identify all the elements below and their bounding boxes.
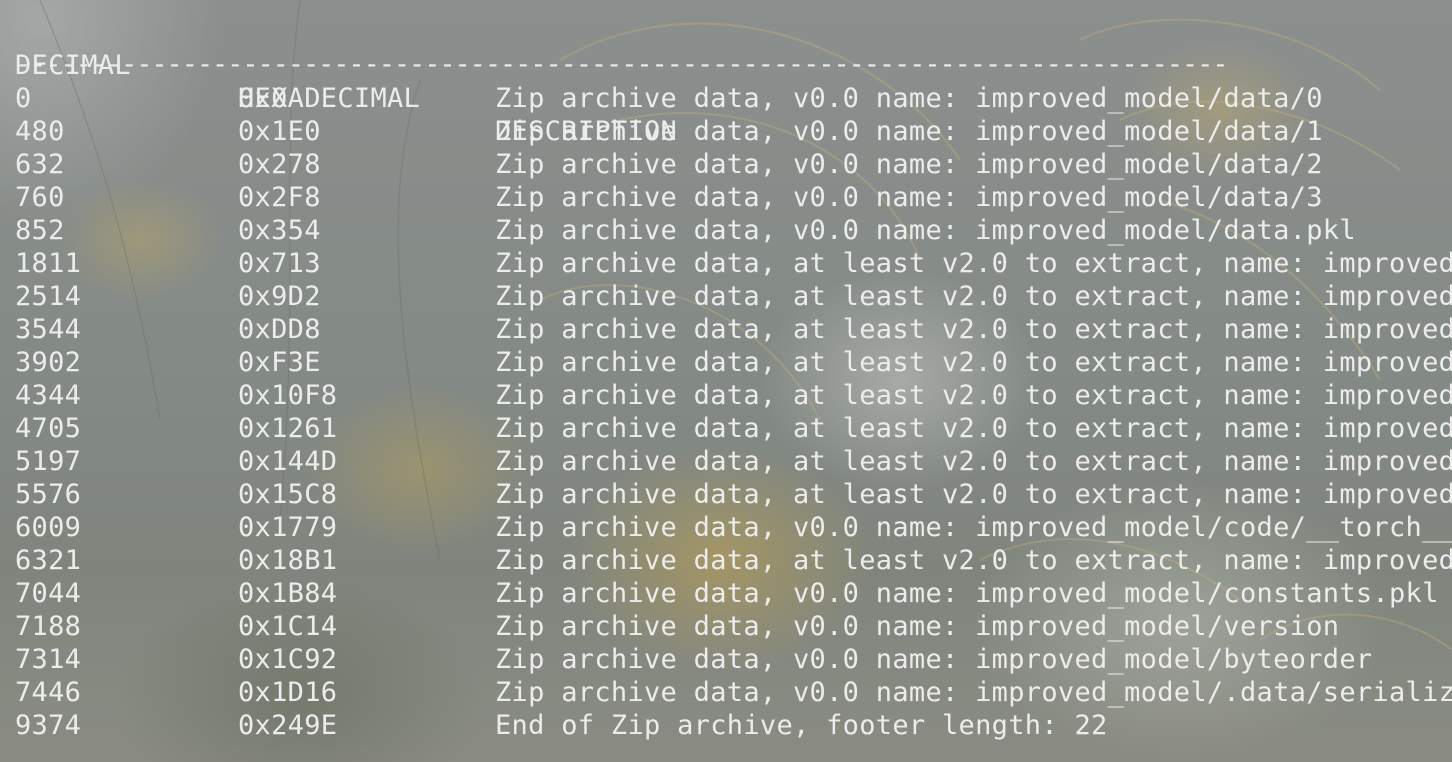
- offset-hex: 0xDD8: [238, 314, 321, 345]
- output-row: 7314 0x1C92 Zip archive data, v0.0 name: i…: [0, 643, 1452, 676]
- output-row: 760 0x2F8 Zip archive data, v0.0 name: imp…: [0, 181, 1452, 214]
- output-row: 7188 0x1C14 Zip archive data, v0.0 name: i…: [0, 610, 1452, 643]
- offset-hex: 0x278: [238, 149, 321, 180]
- entry-description: Zip archive data, v0.0 name: improved_mo…: [495, 116, 1323, 147]
- offset-hex: 0x249E: [238, 710, 338, 741]
- entry-description: End of Zip archive, footer length: 22: [495, 710, 1108, 741]
- offset-decimal: 480: [15, 116, 65, 147]
- output-row: 4344 0x10F8 Zip archive data, at least v2.…: [0, 379, 1452, 412]
- output-row: 0 0x0 Zip archive data, v0.0 name: improve…: [0, 82, 1452, 115]
- output-row: 3902 0xF3E Zip archive data, at least v2.0…: [0, 346, 1452, 379]
- offset-decimal: 3544: [15, 314, 82, 345]
- header-row: DECIMAL HEXADECIMAL DESCRIPTION: [0, 16, 1452, 147]
- entry-description: Zip archive data, v0.0 name: improved_mo…: [495, 677, 1452, 708]
- offset-hex: 0x1779: [238, 512, 338, 543]
- output-row: 5576 0x15C8 Zip archive data, at least v2.…: [0, 478, 1452, 511]
- output-row: 7044 0x1B84 Zip archive data, v0.0 name: i…: [0, 577, 1452, 610]
- offset-decimal: 7188: [15, 611, 82, 642]
- offset-decimal: 7044: [15, 578, 82, 609]
- offset-decimal: 5197: [15, 446, 82, 477]
- output-row: 7446 0x1D16 Zip archive data, v0.0 name: i…: [0, 676, 1452, 709]
- output-row: 632 0x278 Zip archive data, v0.0 name: imp…: [0, 148, 1452, 181]
- offset-hex: 0x18B1: [238, 545, 338, 576]
- offset-hex: 0x1E0: [238, 116, 321, 147]
- offset-decimal: 9374: [15, 710, 82, 741]
- output-row: 5197 0x144D Zip archive data, at least v2.…: [0, 445, 1452, 478]
- entry-description: Zip archive data, v0.0 name: improved_mo…: [495, 83, 1323, 114]
- entry-description: Zip archive data, at least v2.0 to extra…: [495, 545, 1452, 576]
- entry-description: Zip archive data, at least v2.0 to extra…: [495, 347, 1452, 378]
- output-row: 852 0x354 Zip archive data, v0.0 name: imp…: [0, 214, 1452, 247]
- offset-decimal: 7314: [15, 644, 82, 675]
- output-row: 2514 0x9D2 Zip archive data, at least v2.0…: [0, 280, 1452, 313]
- entry-description: Zip archive data, v0.0 name: improved_mo…: [495, 578, 1439, 609]
- output-row: 1811 0x713 Zip archive data, at least v2.0…: [0, 247, 1452, 280]
- output-row: 3544 0xDD8 Zip archive data, at least v2.0…: [0, 313, 1452, 346]
- entry-description: Zip archive data, v0.0 name: improved_mo…: [495, 149, 1323, 180]
- offset-hex: 0x1B84: [238, 578, 338, 609]
- offset-decimal: 4344: [15, 380, 82, 411]
- offset-hex: 0xF3E: [238, 347, 321, 378]
- offset-hex: 0x2F8: [238, 182, 321, 213]
- offset-hex: 0x1261: [238, 413, 338, 444]
- entry-description: Zip archive data, v0.0 name: improved_mo…: [495, 215, 1356, 246]
- offset-decimal: 1811: [15, 248, 82, 279]
- offset-hex: 0x354: [238, 215, 321, 246]
- offset-decimal: 7446: [15, 677, 82, 708]
- entry-description: Zip archive data, at least v2.0 to extra…: [495, 281, 1452, 312]
- offset-hex: 0x10F8: [238, 380, 338, 411]
- entry-description: Zip archive data, at least v2.0 to extra…: [495, 413, 1452, 444]
- offset-decimal: 6321: [15, 545, 82, 576]
- output-row: 6009 0x1779 Zip archive data, v0.0 name: i…: [0, 511, 1452, 544]
- offset-decimal: 5576: [15, 479, 82, 510]
- offset-decimal: 4705: [15, 413, 82, 444]
- offset-hex: 0x1D16: [238, 677, 338, 708]
- entry-description: Zip archive data, v0.0 name: improved_mo…: [495, 644, 1373, 675]
- offset-decimal: 6009: [15, 512, 82, 543]
- entry-description: Zip archive data, at least v2.0 to extra…: [495, 314, 1452, 345]
- entry-description: Zip archive data, at least v2.0 to extra…: [495, 248, 1452, 279]
- output-row: 6321 0x18B1 Zip archive data, at least v2.…: [0, 544, 1452, 577]
- offset-hex: 0x9D2: [238, 281, 321, 312]
- entry-description: Zip archive data, at least v2.0 to extra…: [495, 380, 1452, 411]
- terminal-window[interactable]: DECIMAL HEXADECIMAL DESCRIPTION --------…: [0, 0, 1452, 762]
- header-divider: ----------------------------------------…: [15, 49, 1229, 80]
- offset-decimal: 0: [15, 83, 32, 114]
- offset-hex: 0x1C14: [238, 611, 338, 642]
- offset-hex: 0x1C92: [238, 644, 338, 675]
- output-row: 4705 0x1261 Zip archive data, at least v2.…: [0, 412, 1452, 445]
- offset-hex: 0x0: [238, 83, 288, 114]
- entry-description: Zip archive data, v0.0 name: improved_mo…: [495, 182, 1323, 213]
- entry-description: Zip archive data, v0.0 name: improved_mo…: [495, 512, 1452, 543]
- offset-decimal: 2514: [15, 281, 82, 312]
- output-row: 480 0x1E0 Zip archive data, v0.0 name: imp…: [0, 115, 1452, 148]
- offset-decimal: 632: [15, 149, 65, 180]
- offset-hex: 0x144D: [238, 446, 338, 477]
- offset-hex: 0x713: [238, 248, 321, 279]
- entry-description: Zip archive data, at least v2.0 to extra…: [495, 446, 1452, 477]
- entry-description: Zip archive data, v0.0 name: improved_mo…: [495, 611, 1340, 642]
- output-row: 9374 0x249E End of Zip archive, footer len…: [0, 709, 1452, 742]
- entry-description: Zip archive data, at least v2.0 to extra…: [495, 479, 1452, 510]
- offset-hex: 0x15C8: [238, 479, 338, 510]
- offset-decimal: 760: [15, 182, 65, 213]
- offset-decimal: 852: [15, 215, 65, 246]
- offset-decimal: 3902: [15, 347, 82, 378]
